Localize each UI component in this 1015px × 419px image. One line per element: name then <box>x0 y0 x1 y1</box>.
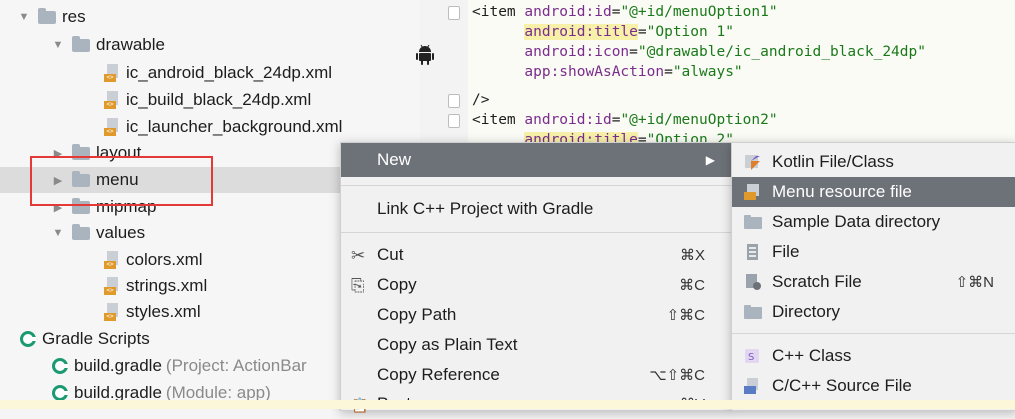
expand-arrow-icon[interactable]: ▼ <box>18 11 30 23</box>
gradle-icon <box>52 385 68 401</box>
xml-file-icon: <> <box>104 303 120 321</box>
tree-item-res[interactable]: ▼ res <box>0 4 420 30</box>
editor-bottom-strip <box>0 400 1015 409</box>
xml-file-icon: <> <box>104 91 120 109</box>
submenu-item-file[interactable]: File <box>732 237 1015 267</box>
fold-marker-icon[interactable] <box>448 114 460 128</box>
cpp-source-icon <box>744 378 758 394</box>
folder-icon <box>38 7 56 24</box>
menu-item-link-cpp[interactable]: Link C++ Project with Gradle <box>341 194 731 224</box>
menu-separator <box>732 333 1015 334</box>
submenu-item-directory[interactable]: Directory <box>732 297 1015 327</box>
tree-item-file[interactable]: <> ic_android_black_24dp.xml <box>0 60 420 86</box>
expand-arrow-icon[interactable]: ▼ <box>52 227 64 239</box>
submenu-item-kotlin[interactable]: Kotlin File/Class <box>732 147 1015 177</box>
code-line: android:icon="@drawable/ic_android_black… <box>524 44 926 60</box>
folder-icon <box>72 35 90 52</box>
tree-item-file[interactable]: <> ic_launcher_background.xml <box>0 114 420 140</box>
context-menu: New ▶ Link C++ Project with Gradle ✂ Cut… <box>340 142 732 413</box>
code-line: app:showAsAction="always" <box>524 64 743 80</box>
submenu-item-menu-resource[interactable]: Menu resource file <box>732 177 1015 207</box>
code-line: <item android:id="@+id/menuOption2" <box>472 112 778 128</box>
annotation-highlight-box <box>30 156 213 206</box>
gradle-icon <box>20 331 36 347</box>
fold-marker-icon[interactable] <box>448 6 460 20</box>
copy-icon: ⎘ <box>351 276 365 295</box>
submenu-item-cpp-source[interactable]: C/C++ Source File <box>732 371 1015 401</box>
folder-icon <box>72 223 90 240</box>
menu-item-copy-plain-text[interactable]: Copy as Plain Text <box>341 330 731 360</box>
xml-file-icon: <> <box>104 64 120 82</box>
code-line: <item android:id="@+id/menuOption1" <box>472 4 778 20</box>
tree-item-drawable[interactable]: ▼ drawable <box>0 32 420 58</box>
fold-marker-icon[interactable] <box>448 94 460 108</box>
submenu-arrow-icon: ▶ <box>705 153 715 167</box>
submenu-item-sample-data[interactable]: Sample Data directory <box>732 207 1015 237</box>
menu-item-copy-reference[interactable]: Copy Reference ⌥⇧⌘C <box>341 360 731 390</box>
android-icon <box>416 44 434 65</box>
file-icon <box>747 244 758 260</box>
code-line: android:title="Option 1" <box>524 24 734 40</box>
scratch-file-icon <box>746 274 761 290</box>
xml-file-icon: <> <box>104 277 120 295</box>
xml-resource-icon <box>744 184 759 200</box>
submenu-item-scratch-file[interactable]: Scratch File ⇧⌘N <box>732 267 1015 297</box>
menu-item-copy-path[interactable]: Copy Path ⇧⌘C <box>341 300 731 330</box>
menu-separator <box>341 185 731 186</box>
gradle-icon <box>52 358 68 374</box>
folder-icon <box>744 215 762 229</box>
svg-text:S: S <box>748 352 754 363</box>
new-submenu: Kotlin File/Class Menu resource file Sam… <box>731 142 1015 411</box>
xml-file-icon: <> <box>104 251 120 269</box>
submenu-item-cpp-class[interactable]: S C++ Class <box>732 341 1015 371</box>
folder-icon <box>744 305 762 319</box>
menu-item-copy[interactable]: ⎘ Copy ⌘C <box>341 270 731 300</box>
code-line: /> <box>472 92 490 108</box>
expand-arrow-icon[interactable]: ▼ <box>52 39 64 51</box>
kotlin-icon <box>745 155 760 170</box>
tree-item-file[interactable]: <> ic_build_black_24dp.xml <box>0 87 420 113</box>
menu-item-cut[interactable]: ✂ Cut ⌘X <box>341 240 731 270</box>
menu-separator <box>341 232 731 233</box>
scissors-icon: ✂ <box>351 246 366 265</box>
menu-item-new[interactable]: New ▶ <box>341 143 731 177</box>
xml-file-icon: <> <box>104 118 120 136</box>
cpp-class-icon: S <box>745 349 759 363</box>
